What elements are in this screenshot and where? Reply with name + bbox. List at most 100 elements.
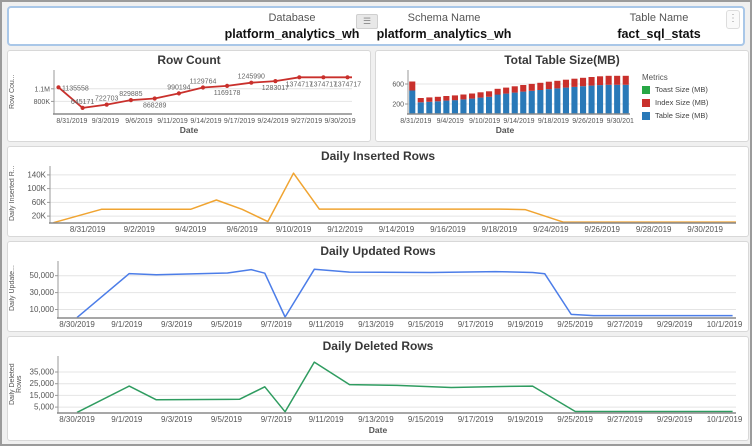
svg-text:1374717: 1374717: [334, 81, 361, 88]
svg-text:9/29/2019: 9/29/2019: [657, 415, 693, 424]
svg-text:9/5/2019: 9/5/2019: [211, 320, 243, 329]
svg-text:9/15/2019: 9/15/2019: [408, 415, 444, 424]
table-name-label: Table Name: [554, 11, 752, 25]
svg-text:9/4/2019: 9/4/2019: [175, 225, 207, 234]
svg-text:800K: 800K: [34, 99, 51, 106]
svg-text:9/18/2019: 9/18/2019: [482, 225, 518, 234]
updated-rows-ylabel: Daily Update...: [9, 260, 21, 316]
svg-text:25,000: 25,000: [30, 379, 55, 388]
svg-text:9/19/2019: 9/19/2019: [508, 320, 544, 329]
svg-text:9/3/2019: 9/3/2019: [92, 118, 119, 125]
svg-text:9/26/2019: 9/26/2019: [572, 118, 603, 125]
svg-text:1245990: 1245990: [238, 74, 265, 81]
svg-text:200: 200: [392, 102, 404, 109]
deleted-rows-chart: 5,00015,00025,00035,0008/30/20199/1/2019…: [22, 353, 748, 425]
row-count-chart: 800K1.1M11355586451717227038298858682899…: [22, 67, 368, 125]
svg-text:9/27/2019: 9/27/2019: [607, 320, 643, 329]
legend-item-table[interactable]: Table Size (MB): [642, 111, 744, 120]
svg-text:35,000: 35,000: [30, 368, 55, 377]
row-count-ylabel: Row Cou...: [9, 69, 21, 115]
updated-rows-panel: Daily Updated Rows Daily Update... 10,00…: [7, 241, 749, 332]
svg-text:9/14/2019: 9/14/2019: [379, 225, 415, 234]
svg-text:990194: 990194: [167, 84, 190, 91]
svg-text:9/11/2019: 9/11/2019: [309, 320, 345, 329]
legend-item-toast[interactable]: Toast Size (MB): [642, 85, 744, 94]
svg-text:9/12/2019: 9/12/2019: [327, 225, 363, 234]
svg-text:9/17/2019: 9/17/2019: [458, 320, 494, 329]
svg-text:9/6/2019: 9/6/2019: [227, 225, 259, 234]
table-size-swatch: [642, 112, 650, 120]
svg-text:9/13/2019: 9/13/2019: [358, 415, 394, 424]
svg-text:9/30/2019: 9/30/2019: [607, 118, 634, 125]
table-name-value[interactable]: fact_sql_stats: [554, 25, 752, 43]
svg-text:30,000: 30,000: [30, 288, 55, 297]
toast-size-label: Toast Size (MB): [655, 85, 708, 94]
svg-text:9/10/2019: 9/10/2019: [276, 225, 312, 234]
svg-text:9/1/2019: 9/1/2019: [111, 415, 143, 424]
row-count-xlabel: Date: [8, 125, 370, 136]
svg-text:9/10/2019: 9/10/2019: [469, 118, 500, 125]
inserted-rows-chart: 20K60K100K140K8/31/20199/2/20199/4/20199…: [22, 163, 748, 235]
svg-text:9/5/2019: 9/5/2019: [211, 415, 243, 424]
table-size-chart: 200 600 8/31/2019 9/4/2019 9/10/20199/14/201…: [382, 67, 634, 125]
svg-text:9/6/2019: 9/6/2019: [125, 118, 152, 125]
schema-field: Schema Name platform_analytics_wh: [319, 11, 569, 43]
svg-text:645171: 645171: [71, 99, 94, 106]
svg-text:100K: 100K: [27, 184, 46, 193]
svg-text:9/27/2019: 9/27/2019: [291, 118, 322, 125]
svg-text:10/1/2019: 10/1/2019: [707, 415, 743, 424]
svg-text:9/15/2019: 9/15/2019: [408, 320, 444, 329]
svg-text:1129764: 1129764: [190, 79, 217, 86]
svg-text:9/29/2019: 9/29/2019: [657, 320, 693, 329]
svg-text:10/1/2019: 10/1/2019: [707, 320, 743, 329]
svg-text:600: 600: [392, 82, 404, 89]
svg-text:1.1M: 1.1M: [34, 86, 50, 93]
svg-text:9/24/2019: 9/24/2019: [533, 225, 569, 234]
deleted-rows-title: Daily Deleted Rows: [8, 337, 748, 353]
svg-text:9/25/2019: 9/25/2019: [557, 415, 593, 424]
deleted-rows-xlabel: Date: [8, 425, 748, 436]
filter-header: Database platform_analytics_wh ☰ Schema …: [7, 6, 745, 46]
inserted-rows-ylabel: Daily Inserted R...: [9, 165, 21, 221]
svg-text:1135558: 1135558: [62, 85, 89, 92]
svg-text:9/30/2019: 9/30/2019: [325, 118, 356, 125]
svg-text:9/19/2019: 9/19/2019: [508, 415, 544, 424]
deleted-rows-ylabel: Daily Deleted Rows: [9, 355, 21, 413]
kebab-menu-icon[interactable]: ⋮: [726, 10, 740, 29]
svg-text:20K: 20K: [32, 212, 47, 221]
index-size-label: Index Size (MB): [655, 98, 708, 107]
svg-text:9/11/2019: 9/11/2019: [157, 118, 188, 125]
svg-text:8/31/2019: 8/31/2019: [400, 118, 431, 125]
svg-text:9/7/2019: 9/7/2019: [261, 415, 293, 424]
svg-text:9/25/2019: 9/25/2019: [557, 320, 593, 329]
svg-text:8/30/2019: 8/30/2019: [59, 415, 95, 424]
inserted-rows-panel: Daily Inserted Rows Daily Inserted R... …: [7, 146, 749, 237]
svg-text:9/3/2019: 9/3/2019: [161, 415, 193, 424]
svg-text:9/14/2019: 9/14/2019: [190, 118, 221, 125]
svg-text:9/4/2019: 9/4/2019: [437, 118, 464, 125]
svg-text:9/30/2019: 9/30/2019: [687, 225, 723, 234]
svg-text:9/17/2019: 9/17/2019: [458, 415, 494, 424]
schema-value[interactable]: platform_analytics_wh: [319, 25, 569, 43]
svg-text:9/27/2019: 9/27/2019: [607, 415, 643, 424]
svg-text:50,000: 50,000: [30, 271, 55, 280]
svg-text:9/1/2019: 9/1/2019: [111, 320, 143, 329]
legend-item-index[interactable]: Index Size (MB): [642, 98, 744, 107]
svg-text:60K: 60K: [32, 198, 47, 207]
svg-text:1169178: 1169178: [214, 90, 241, 97]
legend-title: Metrics: [642, 73, 744, 82]
svg-text:8/30/2019: 8/30/2019: [59, 320, 95, 329]
svg-text:9/24/2019: 9/24/2019: [257, 118, 288, 125]
svg-text:5,000: 5,000: [34, 403, 55, 412]
table-size-panel: Total Table Size(MB) 2006008/31/20199/4/…: [375, 50, 749, 142]
updated-rows-title: Daily Updated Rows: [8, 242, 748, 258]
table-size-xlabel: Date: [376, 125, 634, 136]
svg-text:9/14/2019: 9/14/2019: [503, 118, 534, 125]
row-count-panel: Row Count Row Cou... 800K1.1M11355586451…: [7, 50, 371, 142]
toast-size-swatch: [642, 86, 650, 94]
svg-text:9/13/2019: 9/13/2019: [358, 320, 394, 329]
schema-label: Schema Name: [319, 11, 569, 25]
svg-text:829885: 829885: [119, 91, 142, 98]
svg-text:9/7/2019: 9/7/2019: [261, 320, 293, 329]
svg-text:722703: 722703: [95, 96, 118, 103]
